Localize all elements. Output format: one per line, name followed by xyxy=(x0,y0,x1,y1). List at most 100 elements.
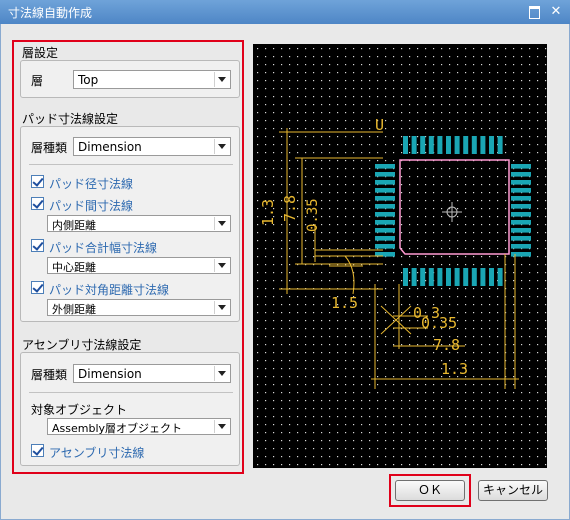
chevron-down-icon[interactable] xyxy=(214,366,229,381)
grid-dot xyxy=(297,176,299,178)
grid-dot xyxy=(473,408,475,410)
grid-dot xyxy=(281,136,283,138)
grid-dot xyxy=(297,352,299,354)
grid-dot xyxy=(473,56,475,58)
grid-dot xyxy=(529,272,531,274)
grid-dot xyxy=(265,352,267,354)
grid-dot xyxy=(353,160,355,162)
ok-button[interactable]: ＯＫ xyxy=(395,480,465,501)
grid-dot xyxy=(529,144,531,146)
chevron-down-icon[interactable] xyxy=(214,259,229,272)
grid-dot xyxy=(273,152,275,154)
grid-dot xyxy=(465,88,467,90)
grid-dot xyxy=(337,408,339,410)
chevron-down-icon[interactable] xyxy=(214,72,229,87)
grid-dot xyxy=(313,336,315,338)
grid-dot xyxy=(545,144,547,146)
grid-dot xyxy=(273,256,275,258)
chevron-down-icon[interactable] xyxy=(214,139,229,154)
grid-dot xyxy=(377,392,379,394)
pad-gap-checkbox[interactable] xyxy=(31,197,44,210)
pad-gap-label[interactable]: パッド間寸法線 xyxy=(49,197,133,214)
layer-select[interactable]: Top xyxy=(73,70,231,89)
grid-dot xyxy=(465,432,467,434)
grid-dot xyxy=(353,192,355,194)
grid-dot xyxy=(409,208,411,210)
maximize-icon[interactable] xyxy=(526,4,542,19)
grid-dot xyxy=(369,328,371,330)
grid-dot xyxy=(265,128,267,130)
grid-dot xyxy=(353,104,355,106)
grid-dot xyxy=(313,384,315,386)
assembly-layer-type-select[interactable]: Dimension xyxy=(73,364,231,383)
cancel-button[interactable]: キャンセル xyxy=(478,480,548,501)
grid-dot xyxy=(441,128,443,130)
grid-dot xyxy=(265,376,267,378)
pad-diameter-checkbox[interactable] xyxy=(31,175,44,188)
grid-dot xyxy=(505,408,507,410)
grid-dot xyxy=(329,312,331,314)
grid-dot xyxy=(353,232,355,234)
grid-dot xyxy=(537,384,539,386)
grid-dot xyxy=(385,304,387,306)
pad-layer-type-select[interactable]: Dimension xyxy=(73,137,231,156)
assembly-dimension-checkbox[interactable] xyxy=(31,444,44,457)
grid-dot xyxy=(497,48,499,50)
assembly-dimension-label[interactable]: アセンブリ寸法線 xyxy=(49,444,144,461)
grid-dot xyxy=(417,296,419,298)
grid-dot xyxy=(537,392,539,394)
grid-dot xyxy=(409,408,411,410)
grid-dot xyxy=(369,112,371,114)
grid-dot xyxy=(545,176,547,178)
chevron-down-icon[interactable] xyxy=(214,217,229,230)
pad-gap-mode-select[interactable]: 内側距離 xyxy=(47,215,231,232)
grid-dot xyxy=(337,464,339,466)
grid-dot xyxy=(313,144,315,146)
grid-dot xyxy=(481,424,483,426)
grid-dot xyxy=(273,392,275,394)
pad-diagonal-mode-select[interactable]: 外側距離 xyxy=(47,299,231,316)
grid-dot xyxy=(505,184,507,186)
grid-dot xyxy=(329,272,331,274)
pad-total-width-checkbox[interactable] xyxy=(31,239,44,252)
grid-dot xyxy=(393,80,395,82)
grid-dot xyxy=(297,328,299,330)
grid-dot xyxy=(377,440,379,442)
grid-dot xyxy=(313,464,315,466)
grid-dot xyxy=(345,328,347,330)
grid-dot xyxy=(361,96,363,98)
pad-diameter-label[interactable]: パッド径寸法線 xyxy=(49,175,133,192)
grid-dot xyxy=(289,304,291,306)
grid-dot xyxy=(401,264,403,266)
grid-dot xyxy=(289,368,291,370)
pad-total-width-mode-select[interactable]: 中心距離 xyxy=(47,257,231,274)
grid-dot xyxy=(417,248,419,250)
grid-dot xyxy=(345,464,347,466)
pad-diagonal-checkbox[interactable] xyxy=(31,281,44,294)
pad-diagonal-label[interactable]: パッド対角距離寸法線 xyxy=(49,281,169,298)
pad-total-width-label[interactable]: パッド合計幅寸法線 xyxy=(49,239,157,256)
grid-dot xyxy=(409,416,411,418)
grid-dot xyxy=(537,216,539,218)
chevron-down-icon[interactable] xyxy=(214,301,229,314)
grid-dot xyxy=(289,160,291,162)
grid-dot xyxy=(273,320,275,322)
grid-dot xyxy=(441,248,443,250)
target-object-select[interactable]: Assembly層オブジェクト xyxy=(47,418,231,435)
grid-dot xyxy=(441,400,443,402)
grid-dot xyxy=(385,272,387,274)
grid-dot xyxy=(433,408,435,410)
grid-dot xyxy=(401,416,403,418)
grid-dot xyxy=(545,408,547,410)
grid-dot xyxy=(497,336,499,338)
grid-dot xyxy=(441,408,443,410)
grid-dot xyxy=(457,224,459,226)
grid-dot xyxy=(297,416,299,418)
chevron-down-icon[interactable] xyxy=(214,420,229,433)
grid-dot xyxy=(401,424,403,426)
close-icon[interactable]: ✕ xyxy=(548,4,564,19)
grid-dot xyxy=(361,136,363,138)
grid-dot xyxy=(273,376,275,378)
grid-dot xyxy=(289,320,291,322)
grid-dot xyxy=(473,48,475,50)
